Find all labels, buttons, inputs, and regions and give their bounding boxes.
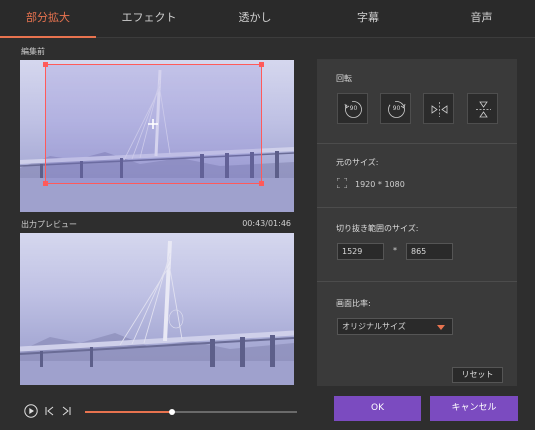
- aspect-ratio-value: オリジナルサイズ: [342, 322, 406, 331]
- divider: [317, 207, 517, 208]
- output-preview: [20, 233, 294, 385]
- rotate-title: 回転: [336, 74, 352, 83]
- crop-handle-top-left[interactable]: [43, 62, 48, 67]
- flip-horizontal-button[interactable]: [423, 93, 454, 124]
- before-label: 編集前: [21, 47, 45, 56]
- tab-effects[interactable]: エフェクト: [96, 0, 202, 38]
- divider: [317, 281, 517, 282]
- output-preview-label: 出力プレビュー: [21, 220, 77, 229]
- original-size-title: 元のサイズ:: [336, 158, 379, 167]
- cancel-button[interactable]: キャンセル: [430, 396, 518, 421]
- playback-time: 00:43/01:46: [242, 219, 291, 228]
- settings-panel: 回転 90 90 元のサイズ: 1920 * 1080 切り抜き範囲のサイズ: …: [317, 59, 517, 386]
- flip-horizontal-icon: [431, 102, 448, 117]
- tab-subtitle[interactable]: 字幕: [308, 0, 428, 38]
- before-preview[interactable]: [20, 60, 294, 212]
- crop-region[interactable]: [43, 62, 264, 186]
- rotate-left-label: 90: [349, 105, 358, 112]
- rotate-right-button[interactable]: 90: [380, 93, 411, 124]
- ok-button[interactable]: OK: [334, 396, 421, 421]
- tab-audio[interactable]: 音声: [428, 0, 535, 38]
- original-size-value: 1920 * 1080: [355, 180, 405, 189]
- playback-thumb[interactable]: [168, 409, 175, 415]
- rotate-left-button[interactable]: 90: [337, 93, 368, 124]
- crop-handle-top-right[interactable]: [259, 62, 264, 67]
- flip-vertical-icon: [476, 101, 491, 118]
- playback-progress: [85, 411, 172, 413]
- divider: [317, 143, 517, 144]
- previous-frame-icon[interactable]: [45, 406, 54, 416]
- crop-handle-bottom-left[interactable]: [43, 181, 48, 186]
- rotate-right-label: 90: [392, 105, 401, 112]
- reset-button[interactable]: リセット: [452, 367, 503, 383]
- active-tab-indicator: [0, 36, 96, 38]
- bridge-scene-output: [20, 240, 294, 385]
- flip-vertical-button[interactable]: [467, 93, 498, 124]
- aspect-ratio-title: 画面比率:: [336, 299, 371, 308]
- chevron-down-icon: [437, 325, 445, 330]
- tab-bar: 部分拡大 エフェクト 透かし 字幕 音声: [0, 0, 535, 38]
- resize-icon: [337, 178, 347, 188]
- crop-size-title: 切り抜き範囲のサイズ:: [336, 224, 419, 233]
- move-crosshair-icon[interactable]: [148, 119, 158, 129]
- tab-zoom[interactable]: 部分拡大: [0, 0, 96, 38]
- crop-size-separator: *: [393, 246, 397, 255]
- next-frame-icon[interactable]: [62, 406, 71, 416]
- crop-width-input[interactable]: [337, 243, 384, 260]
- tab-watermark[interactable]: 透かし: [202, 0, 308, 38]
- crop-handle-bottom-right[interactable]: [259, 181, 264, 186]
- playback-slider[interactable]: [85, 409, 297, 415]
- aspect-ratio-select[interactable]: オリジナルサイズ: [337, 318, 453, 335]
- crop-height-input[interactable]: [406, 243, 453, 260]
- play-icon[interactable]: [24, 404, 38, 418]
